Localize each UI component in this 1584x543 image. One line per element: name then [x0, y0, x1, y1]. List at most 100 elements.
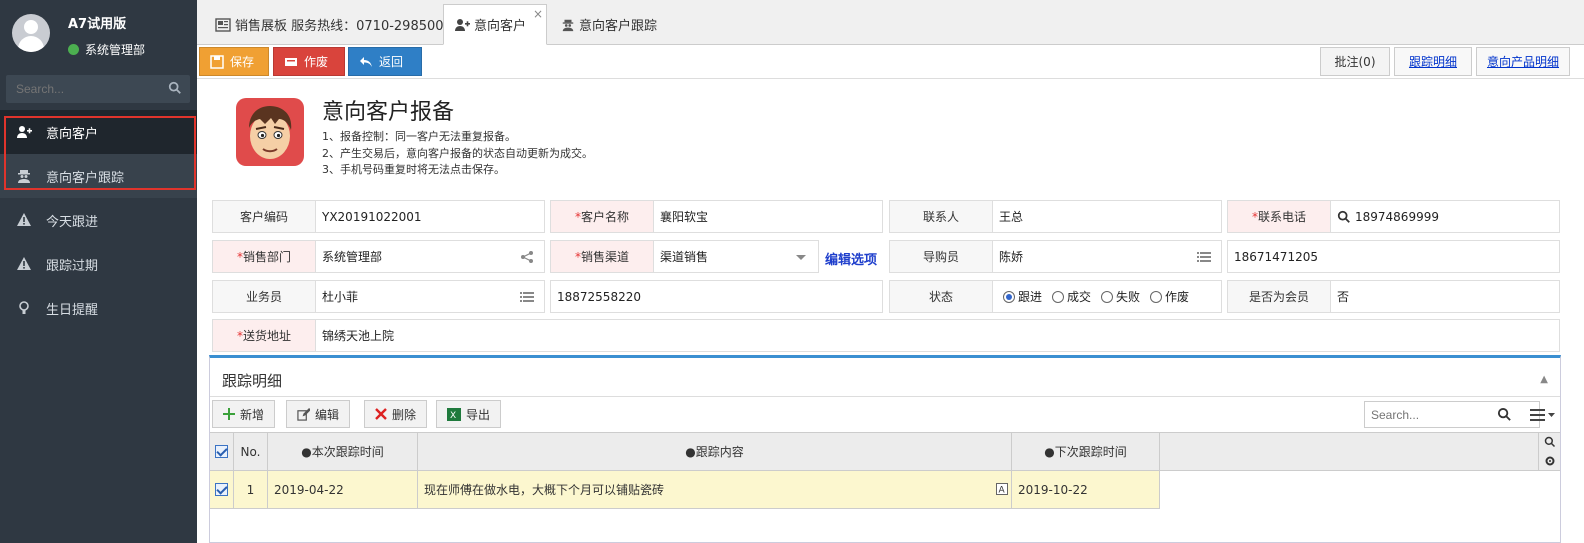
address-field[interactable]: 锦绣天池上院 — [315, 319, 1560, 352]
plus-icon — [223, 408, 235, 420]
status-radio-fail[interactable]: 失败 — [1101, 288, 1140, 305]
sidebar: A7试用版 系统管理部 意向客户 意向客户跟踪 今天跟进 跟踪过期 生日提醒 — [0, 0, 197, 543]
add-user-icon — [455, 18, 470, 31]
tab-intent-customer[interactable]: 意向客户 × — [443, 4, 547, 45]
cell-track-content[interactable]: 现在师傅在做水电，大概下个月可以铺贴瓷砖 A — [418, 471, 1012, 508]
sales-channel-label: * 销售渠道 — [550, 240, 654, 273]
note-line: 1、报备控制：同一客户无法重复报备。 — [322, 130, 516, 143]
search-icon[interactable] — [1544, 436, 1556, 448]
list-icon[interactable] — [1197, 250, 1211, 264]
list-icon[interactable] — [520, 290, 534, 304]
sidebar-search — [6, 75, 190, 103]
department-label: 系统管理部 — [85, 43, 146, 57]
user-profile: A7试用版 系统管理部 — [0, 0, 197, 72]
sidebar-item-intent-customer[interactable]: 意向客户 — [0, 110, 197, 154]
save-icon — [210, 54, 224, 69]
column-header[interactable]: ●下次跟踪时间 — [1012, 433, 1160, 470]
delete-button[interactable]: 删除 — [364, 400, 428, 428]
user-name: A7试用版 — [68, 17, 127, 32]
tracking-detail-panel: 跟踪明细 ▲ 新增 编辑 删除 X 导出 No. ●本次跟踪时间 ●跟踪内容 ●… — [209, 355, 1561, 543]
status-radio-followup[interactable]: 跟进 — [1003, 288, 1042, 305]
customer-code-label: 客户编码 — [212, 200, 316, 233]
avatar[interactable] — [12, 14, 50, 52]
warning-icon — [17, 257, 31, 270]
customer-name-field[interactable]: 襄阳软宝 — [653, 200, 883, 233]
search-icon[interactable] — [1497, 407, 1512, 422]
product-detail-link[interactable]: 意向产品明细 — [1476, 47, 1570, 76]
chevron-down-icon[interactable] — [794, 250, 808, 264]
edit-icon — [297, 407, 310, 421]
svg-text:X: X — [450, 411, 456, 421]
guide-phone-field[interactable]: 18671471205 — [1227, 240, 1560, 273]
collapse-icon[interactable]: ▲ — [1540, 374, 1548, 385]
status-radio-group: 跟进 成交 失败 作废 — [992, 280, 1222, 313]
tab-label: 意向客户跟踪 — [579, 19, 658, 34]
sales-channel-select[interactable]: 渠道销售 — [653, 240, 819, 273]
tab-label: 意向客户 — [474, 19, 527, 34]
text-edit-icon[interactable]: A — [996, 483, 1008, 495]
table-row[interactable]: 1 2019-04-22 现在师傅在做水电，大概下个月可以铺贴瓷砖 A 2019… — [210, 471, 1160, 509]
close-icon[interactable]: × — [533, 7, 543, 21]
online-status-icon — [68, 44, 79, 55]
void-icon — [285, 57, 297, 66]
share-icon[interactable] — [520, 250, 534, 264]
tab-sales-dashboard[interactable]: 销售展板 服务热线：0710-2985007 — [205, 4, 462, 45]
salesman-phone-field[interactable]: 18872558220 — [550, 280, 883, 313]
salesman-field[interactable]: 杜小菲 — [315, 280, 545, 313]
excel-icon: X — [447, 407, 461, 421]
add-user-icon — [17, 126, 32, 138]
member-field[interactable]: 否 — [1330, 280, 1560, 313]
sidebar-item-intent-tracking[interactable]: 意向客户跟踪 — [0, 154, 197, 198]
cell-no: 1 — [234, 471, 268, 508]
page-title: 意向客户报备 — [322, 100, 455, 125]
tab-intent-tracking[interactable]: 意向客户跟踪 — [551, 4, 667, 45]
annotate-button[interactable]: 批注(0) — [1320, 47, 1390, 76]
guide-label: 导购员 — [889, 240, 993, 273]
void-button[interactable]: 作废 — [273, 47, 345, 76]
phone-field[interactable]: 18974869999 — [1330, 200, 1560, 233]
sidebar-nav: 意向客户 意向客户跟踪 今天跟进 跟踪过期 生日提醒 — [0, 110, 197, 330]
grid-search-input[interactable] — [1365, 402, 1485, 427]
cell-track-time[interactable]: 2019-04-22 — [268, 471, 418, 508]
search-icon[interactable] — [168, 81, 182, 95]
edit-button[interactable]: 编辑 — [286, 400, 351, 428]
undo-icon — [360, 56, 372, 67]
status-radio-void[interactable]: 作废 — [1150, 288, 1189, 305]
sidebar-item-label: 跟踪过期 — [46, 258, 99, 274]
delete-icon — [375, 408, 387, 420]
svg-text:A: A — [999, 486, 1006, 496]
contact-label: 联系人 — [889, 200, 993, 233]
user-department: 系统管理部 — [68, 41, 145, 58]
search-icon[interactable] — [1337, 210, 1351, 224]
salesman-label: 业务员 — [212, 280, 316, 313]
newspaper-icon — [215, 17, 231, 32]
gear-icon[interactable] — [1544, 455, 1556, 467]
sidebar-item-tracking-expired[interactable]: 跟踪过期 — [0, 242, 197, 286]
row-checkbox[interactable] — [210, 471, 234, 508]
status-radio-deal[interactable]: 成交 — [1052, 288, 1091, 305]
customer-code-field[interactable]: YX20191022001 — [315, 200, 545, 233]
contact-field[interactable]: 王总 — [992, 200, 1222, 233]
back-button[interactable]: 返回 — [348, 47, 422, 76]
select-all-checkbox[interactable] — [210, 433, 234, 470]
column-header[interactable]: ●跟踪内容 — [418, 433, 1012, 470]
edit-options-link[interactable]: 编辑选项 — [825, 249, 877, 268]
guide-field[interactable]: 陈娇 — [992, 240, 1222, 273]
save-button[interactable]: 保存 — [199, 47, 269, 76]
sidebar-item-today-followup[interactable]: 今天跟进 — [0, 198, 197, 242]
column-menu-icon[interactable] — [1530, 408, 1556, 422]
sidebar-item-label: 今天跟进 — [46, 214, 99, 230]
column-header[interactable]: No. — [234, 433, 268, 470]
grid-header: No. ●本次跟踪时间 ●跟踪内容 ●下次跟踪时间 — [210, 432, 1560, 471]
member-label: 是否为会员 — [1227, 280, 1331, 313]
toolbar: 保存 作废 返回 批注(0) 跟踪明细 意向产品明细 — [197, 45, 1584, 79]
add-button[interactable]: 新增 — [212, 400, 276, 428]
sales-dept-field[interactable]: 系统管理部 — [315, 240, 545, 273]
track-detail-link[interactable]: 跟踪明细 — [1394, 47, 1472, 76]
sidebar-search-input[interactable] — [6, 75, 156, 103]
export-button[interactable]: X 导出 — [436, 400, 502, 428]
sidebar-item-birthday-reminder[interactable]: 生日提醒 — [0, 286, 197, 330]
cell-next-time[interactable]: 2019-10-22 — [1012, 471, 1160, 508]
sales-dept-label: * 销售部门 — [212, 240, 316, 273]
column-header[interactable]: ●本次跟踪时间 — [268, 433, 418, 470]
